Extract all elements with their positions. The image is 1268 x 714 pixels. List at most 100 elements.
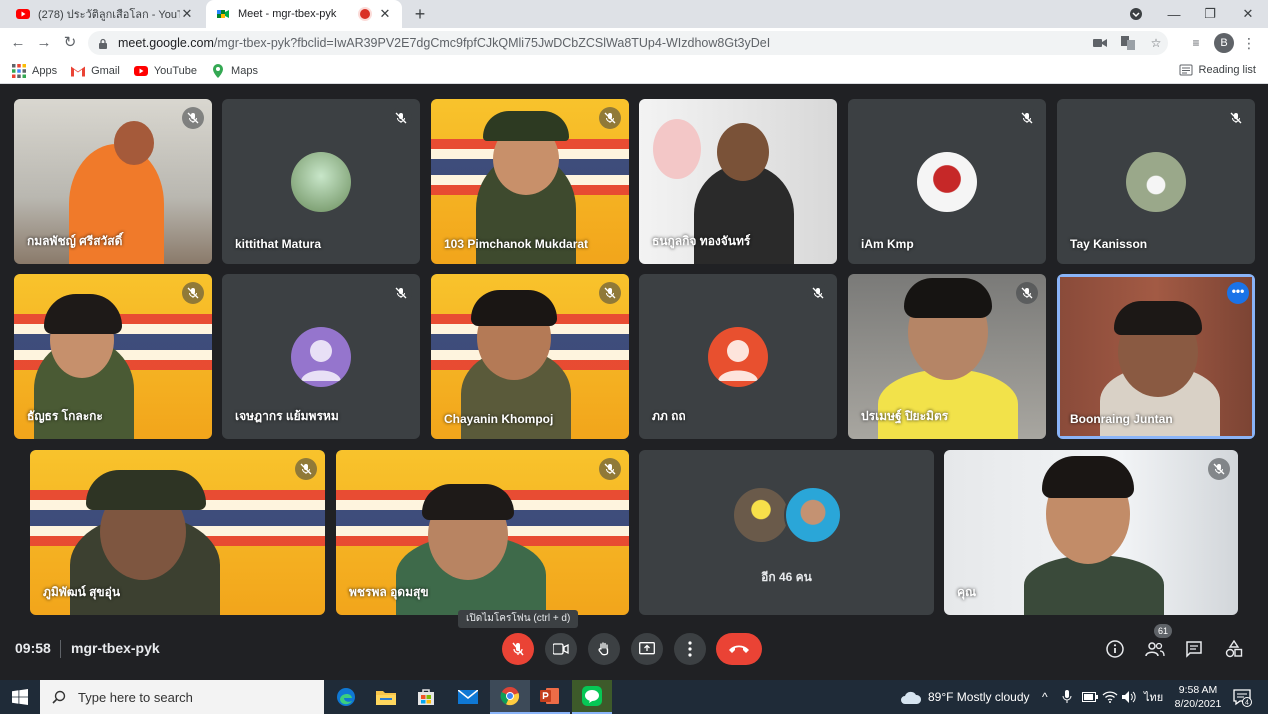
participant-avatar (291, 326, 351, 387)
volume-icon[interactable] (1122, 680, 1136, 714)
participant-avatar (708, 326, 768, 387)
more-options-icon[interactable]: ••• (1227, 282, 1249, 304)
close-window-icon[interactable]: ✕ (1230, 0, 1266, 28)
meet-control-bar: 09:58 mgr-tbex-pyk 61 (0, 624, 1268, 680)
participant-avatar (291, 151, 351, 212)
more-participants-tile[interactable]: อีก 46 คน (639, 450, 934, 615)
microphone-tray-icon[interactable] (1062, 680, 1072, 714)
weather-widget[interactable]: 89°F Mostly cloudy (900, 680, 1030, 714)
raise-hand-button[interactable] (588, 633, 620, 665)
leave-call-button[interactable] (716, 633, 762, 665)
url-host: meet.google.com (118, 36, 214, 50)
participant-tile[interactable]: 103 Pimchanok Mukdarat (431, 99, 629, 264)
people-icon[interactable] (1144, 638, 1166, 660)
toggle-camera-button[interactable] (545, 633, 577, 665)
participant-name: คุณ (957, 585, 977, 599)
taskbar-clock[interactable]: 9:58 AM 8/20/2021 (1170, 683, 1226, 711)
close-tab-icon[interactable]: ✕ (180, 6, 194, 22)
bookmark-label: YouTube (153, 64, 198, 77)
notification-center-icon[interactable]: 4 (1232, 687, 1252, 707)
taskbar-search-box[interactable]: Type here to search (40, 680, 324, 714)
participant-name: Chayanin Khompoj (444, 412, 554, 426)
tab-meet[interactable]: Meet - mgr-tbex-pyk ✕ (206, 0, 402, 28)
bookmark-maps[interactable]: Maps (211, 63, 258, 78)
edge-icon[interactable] (326, 680, 366, 714)
chat-icon[interactable] (1183, 638, 1205, 660)
more-participants-label: อีก 46 คน (761, 570, 812, 584)
muted-mic-icon (295, 458, 317, 480)
activities-icon[interactable] (1223, 638, 1245, 660)
present-screen-button[interactable] (631, 633, 663, 665)
muted-mic-icon (599, 107, 621, 129)
mail-icon[interactable] (448, 680, 488, 714)
maps-icon (213, 63, 224, 78)
self-view-tile[interactable]: คุณ (944, 450, 1238, 615)
participant-tile[interactable]: ปรเมษฐ์ ปิยะมิตร (848, 274, 1046, 439)
reload-icon[interactable]: ↻ (60, 33, 80, 53)
browser-menu-icon[interactable]: ⋮ (1242, 33, 1256, 53)
bookmark-apps[interactable]: Apps (12, 63, 57, 78)
battery-icon[interactable] (1082, 680, 1098, 714)
address-bar[interactable]: meet.google.com/mgr-tbex-pyk?fbclid=IwAR… (88, 31, 1168, 55)
chrome-icon[interactable] (490, 680, 530, 714)
windows-logo-icon (12, 689, 28, 705)
back-icon[interactable]: ← (8, 33, 28, 53)
people-count-badge: 61 (1154, 624, 1172, 638)
meeting-time: 09:58 (15, 640, 51, 656)
participant-tile[interactable]: kittithat Matura (222, 99, 420, 264)
microsoft-store-icon[interactable] (406, 680, 446, 714)
participant-tile[interactable]: ภูมิพัฒน์ สุขอุ่น (30, 450, 325, 615)
participant-name: 103 Pimchanok Mukdarat (444, 237, 589, 251)
bookmark-youtube[interactable]: YouTube (133, 64, 198, 78)
close-tab-icon[interactable]: ✕ (378, 6, 392, 22)
participant-tile[interactable]: Tay Kanisson (1057, 99, 1255, 264)
meeting-code: mgr-tbex-pyk (71, 640, 160, 656)
windows-taskbar: Type here to search 89°F Mostly cloudy ^ (0, 680, 1268, 714)
participant-tile[interactable]: iAm Kmp (848, 99, 1046, 264)
bookmark-star-icon[interactable]: ☆ (1148, 35, 1164, 51)
bookmark-label: Maps (231, 64, 258, 77)
reading-list-button[interactable]: Reading list (1179, 63, 1256, 77)
more-options-button[interactable] (674, 633, 706, 665)
participant-tile[interactable]: กมลพัชญ์ ศรีสวัสดิ์ (14, 99, 212, 264)
media-control-icon[interactable]: ≡ (1188, 35, 1204, 51)
tab-search-icon[interactable] (1118, 0, 1154, 28)
new-tab-button[interactable]: + (410, 4, 430, 24)
windows-start-button[interactable] (0, 680, 40, 714)
participant-name: ภูมิพัฒน์ สุขอุ่น (43, 585, 121, 599)
profile-avatar[interactable]: B (1214, 33, 1234, 53)
muted-mic-icon (1016, 107, 1038, 129)
camera-in-use-icon[interactable] (1092, 35, 1108, 51)
show-hidden-icons-icon[interactable]: ^ (1042, 680, 1048, 714)
participant-name: ธนกูลกิจ ทองจันทร์ (652, 234, 751, 248)
forward-icon[interactable]: → (34, 33, 54, 53)
participant-tile-speaking[interactable]: ••• Boonraing Juntan (1057, 274, 1255, 439)
participant-name: ภภ ถถ (652, 409, 686, 423)
participant-tile[interactable]: เจษฎากร แย้มพรหม (222, 274, 420, 439)
search-placeholder: Type here to search (78, 689, 193, 705)
bookmark-gmail[interactable]: Gmail (71, 64, 120, 78)
browser-toolbar: ← → ↻ meet.google.com/mgr-tbex-pyk?fbcli… (0, 28, 1268, 58)
participant-avatar (783, 486, 842, 544)
muted-mic-icon (390, 107, 412, 129)
participant-tile[interactable]: ธัญธร โกละกะ (14, 274, 212, 439)
file-explorer-icon[interactable] (366, 680, 406, 714)
participant-tile[interactable]: ภภ ถถ (639, 274, 837, 439)
participant-name: ธัญธร โกละกะ (27, 409, 103, 423)
line-app-icon[interactable] (572, 680, 612, 714)
powerpoint-icon[interactable] (530, 680, 570, 714)
browser-tab-strip: (278) ประวัติลูกเสือโลก - YouTube ✕ Meet… (0, 0, 1268, 28)
translate-icon[interactable] (1120, 35, 1136, 51)
muted-mic-icon (599, 458, 621, 480)
toggle-mic-button[interactable] (502, 633, 534, 665)
participant-tile[interactable]: ธนกูลกิจ ทองจันทร์ (639, 99, 837, 264)
gmail-icon (71, 66, 86, 76)
input-language-indicator[interactable]: ไทย (1144, 680, 1163, 714)
tab-youtube[interactable]: (278) ประวัติลูกเสือโลก - YouTube ✕ (6, 0, 204, 28)
minimize-icon[interactable]: — (1156, 0, 1192, 28)
participant-tile[interactable]: Chayanin Khompoj (431, 274, 629, 439)
wifi-icon[interactable] (1102, 680, 1118, 714)
restore-icon[interactable]: ❐ (1192, 0, 1228, 28)
meeting-details-icon[interactable] (1104, 638, 1126, 660)
participant-tile[interactable]: พชรพล อุดมสุข (336, 450, 629, 615)
